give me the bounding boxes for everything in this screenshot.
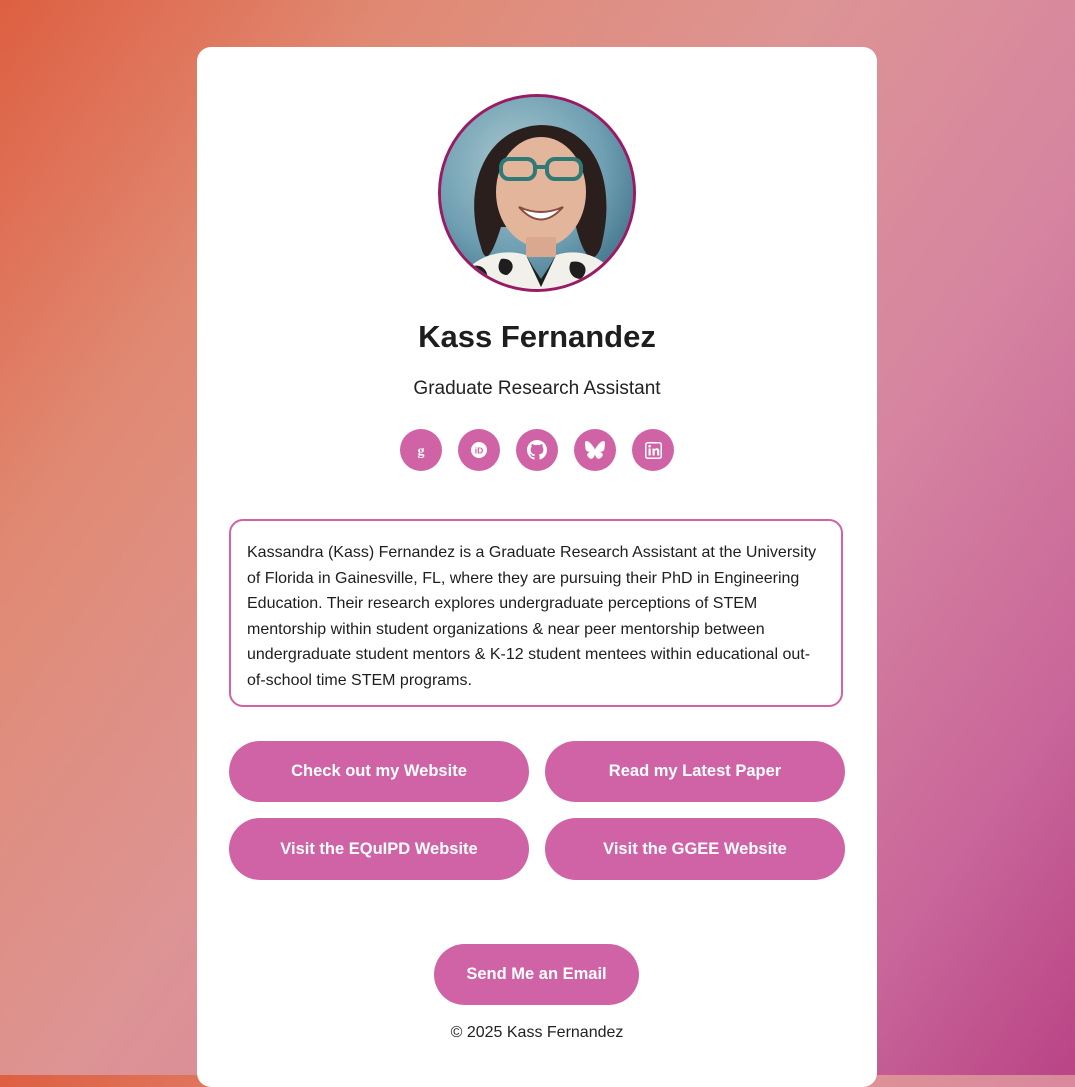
orcid-link[interactable]: iD — [458, 429, 500, 471]
google-scholar-icon: g — [413, 442, 429, 458]
bluesky-icon — [585, 441, 605, 459]
website-button[interactable]: Check out my Website — [229, 741, 529, 802]
svg-text:g: g — [418, 444, 425, 458]
profile-name: Kass Fernandez — [418, 319, 656, 354]
profile-title: Graduate Research Assistant — [413, 378, 661, 399]
github-icon — [527, 440, 547, 460]
equipd-website-button[interactable]: Visit the EQuIPD Website — [229, 818, 529, 880]
github-link[interactable] — [516, 429, 558, 471]
svg-text:iD: iD — [475, 446, 484, 456]
social-links: g iD — [400, 429, 674, 471]
ggee-website-button[interactable]: Visit the GGEE Website — [545, 818, 845, 880]
send-email-button[interactable]: Send Me an Email — [434, 944, 639, 1005]
google-scholar-link[interactable]: g — [400, 429, 442, 471]
profile-card: Kass Fernandez Graduate Research Assista… — [197, 47, 877, 1087]
linkedin-icon — [644, 441, 662, 459]
bio-text: Kassandra (Kass) Fernandez is a Graduate… — [229, 519, 843, 707]
footer-copyright: © 2025 Kass Fernandez — [450, 1024, 624, 1041]
bluesky-link[interactable] — [574, 429, 616, 471]
orcid-icon: iD — [470, 441, 488, 459]
latest-paper-button[interactable]: Read my Latest Paper — [545, 741, 845, 802]
linkedin-link[interactable] — [632, 429, 674, 471]
avatar — [438, 94, 636, 292]
